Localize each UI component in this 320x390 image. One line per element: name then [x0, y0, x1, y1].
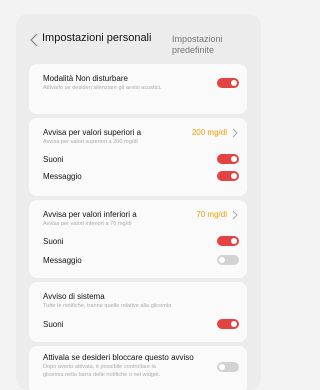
dnd-label: Modalità Non disturbare	[43, 74, 128, 83]
low-alert-message-row: Messaggio	[43, 255, 239, 265]
low-alert-message-toggle[interactable]	[217, 255, 239, 265]
low-alert-sound-toggle[interactable]	[217, 236, 239, 246]
toggle-knob	[219, 257, 225, 263]
high-alert-sound-row: Suoni	[43, 154, 239, 164]
system-alert-description: Tutte le notifiche, tranne quelle relati…	[43, 303, 172, 309]
toggle-knob	[231, 238, 237, 244]
low-alert-description: Avvisa per valori inferiori a 70 mg/dl	[43, 221, 132, 227]
low-alert-row[interactable]: Avvisa per valori inferiori a Avvisa per…	[43, 210, 239, 229]
dnd-row[interactable]: Modalità Non disturbare Attivarlo se des…	[43, 74, 239, 93]
high-alert-sound-label: Suoni	[43, 155, 64, 164]
settings-screen: Impostazioni personali Impostazioni pred…	[16, 14, 261, 390]
toggle-knob	[231, 173, 237, 179]
chevron-right-icon	[232, 210, 238, 220]
dnd-card: Modalità Non disturbare Attivarlo se des…	[29, 64, 247, 114]
system-alert-row: Avviso di sistema Tutte le notifiche, tr…	[43, 292, 239, 311]
lock-alert-description-line1: Dopo averla attivata, è possibile contro…	[43, 364, 156, 370]
high-alert-message-toggle[interactable]	[217, 171, 239, 181]
low-alert-sound-label: Suoni	[43, 237, 64, 246]
system-alert-label: Avviso di sistema	[43, 292, 105, 301]
system-alert-sound-toggle[interactable]	[217, 319, 239, 329]
high-alert-card: Avvisa per valori superiori a Avvisa per…	[29, 118, 247, 196]
system-alert-card: Avviso di sistema Tutte le notifiche, tr…	[29, 282, 247, 342]
lock-alert-card: Attivala se desideri bloccare questo avv…	[29, 346, 247, 390]
low-alert-sound-row: Suoni	[43, 236, 239, 246]
toggle-knob	[219, 364, 225, 370]
system-alert-sound-label: Suoni	[43, 320, 64, 329]
back-arrow-icon[interactable]	[28, 31, 42, 49]
header: Impostazioni personali Impostazioni pred…	[16, 28, 261, 64]
toggle-knob	[231, 321, 237, 327]
chevron-right-icon	[232, 128, 238, 138]
low-alert-card: Avvisa per valori inferiori a Avvisa per…	[29, 200, 247, 278]
high-alert-sound-toggle[interactable]	[217, 154, 239, 164]
toggle-knob	[231, 156, 237, 162]
low-alert-message-label: Messaggio	[43, 256, 82, 265]
low-alert-value: 70 mg/dl	[196, 210, 227, 219]
page-title: Impostazioni personali	[42, 32, 152, 44]
dnd-description: Attivarlo se desideri silenziare gli avv…	[43, 85, 162, 91]
toggle-knob	[231, 80, 237, 86]
lock-alert-description-line2: glicemia nella barra delle notifiche o n…	[43, 371, 161, 378]
default-settings-link[interactable]: Impostazioni predefinite	[172, 34, 250, 56]
high-alert-row[interactable]: Avvisa per valori superiori a Avvisa per…	[43, 128, 239, 147]
system-alert-sound-row: Suoni	[43, 319, 239, 329]
high-alert-value: 200 mg/dl	[191, 128, 227, 137]
lock-alert-row[interactable]: Attivala se desideri bloccare questo avv…	[43, 353, 239, 379]
dnd-toggle[interactable]	[217, 78, 239, 88]
high-alert-description: Avvisa per valori superiori a 200 mg/dl	[43, 139, 138, 145]
high-alert-message-row: Messaggio	[43, 171, 239, 181]
lock-alert-label: Attivala se desideri bloccare questo avv…	[43, 353, 194, 362]
lock-alert-toggle[interactable]	[217, 362, 239, 372]
high-alert-message-label: Messaggio	[43, 172, 82, 181]
